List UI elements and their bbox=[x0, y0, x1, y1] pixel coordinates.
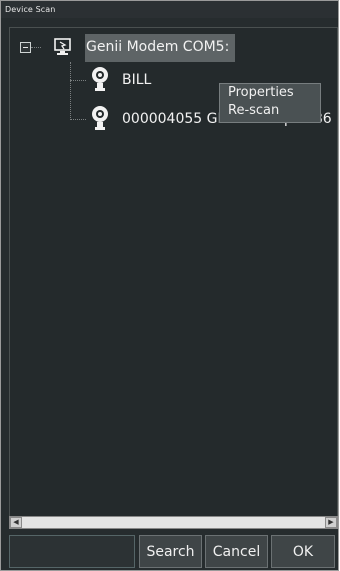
computer-port-icon bbox=[54, 38, 71, 55]
footer-controls: Search Cancel OK bbox=[9, 535, 335, 569]
menu-item-rescan[interactable]: Re-scan bbox=[220, 102, 320, 120]
arrow-right-icon[interactable]: ▶ bbox=[325, 517, 337, 528]
transmitter-device-icon bbox=[92, 106, 108, 130]
device-tree[interactable]: Genii Modem COM5: BILL 000004055 GE Flow… bbox=[9, 27, 338, 529]
context-menu: Properties Re-scan bbox=[219, 83, 321, 123]
tree-connector bbox=[70, 119, 86, 120]
arrow-left-icon[interactable]: ◀ bbox=[10, 517, 22, 528]
window-title: Device Scan bbox=[1, 1, 338, 18]
tree-connector bbox=[31, 47, 41, 48]
device-scan-window: Device Scan Genii Modem COM5: BILL 00000… bbox=[0, 0, 339, 571]
search-button[interactable]: Search bbox=[139, 535, 202, 568]
search-input[interactable] bbox=[9, 535, 135, 568]
ok-button[interactable]: OK bbox=[271, 535, 335, 568]
tree-connector bbox=[70, 62, 71, 120]
cancel-button[interactable]: Cancel bbox=[205, 535, 268, 568]
horizontal-scrollbar[interactable]: ◀ ▶ bbox=[9, 516, 338, 529]
menu-item-properties[interactable]: Properties bbox=[220, 84, 320, 102]
tree-node-label[interactable]: BILL bbox=[122, 71, 151, 89]
minus-icon[interactable] bbox=[20, 42, 31, 53]
tree-connector bbox=[70, 80, 86, 81]
transmitter-device-icon bbox=[92, 67, 108, 91]
tree-node-root-label[interactable]: Genii Modem COM5: bbox=[86, 38, 229, 56]
